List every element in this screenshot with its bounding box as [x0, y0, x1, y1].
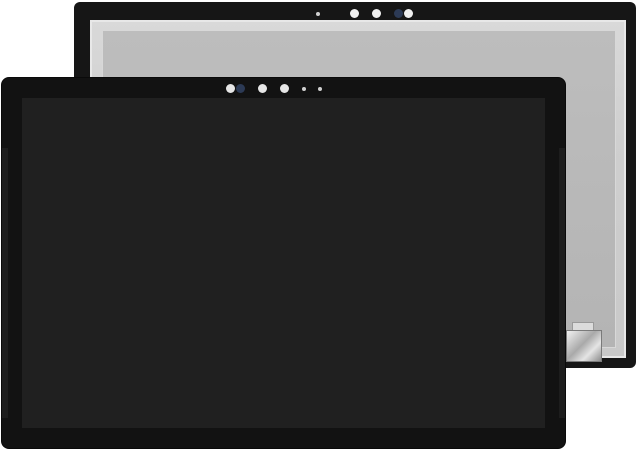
front-sensor-row: [224, 82, 328, 96]
front-sensor-large-2: [280, 84, 289, 93]
front-sensor-small-1: [302, 87, 306, 91]
back-sensor-large-2: [372, 9, 381, 18]
left-edge-detail: [2, 148, 8, 418]
front-sensor-large-1: [258, 84, 267, 93]
back-sensor-small-1: [316, 12, 320, 16]
product-photo: [0, 0, 640, 450]
display-screen: [22, 98, 545, 428]
back-sensor-large-3: [404, 9, 413, 18]
flex-cable-connector: [566, 330, 602, 362]
right-edge-detail: [559, 148, 565, 418]
front-ir-sensor: [236, 84, 245, 93]
back-sensor-row: [316, 8, 426, 20]
back-sensor-large-1: [350, 9, 359, 18]
front-camera-lens: [226, 84, 235, 93]
display-front-panel: [2, 78, 565, 448]
front-sensor-small-2: [318, 87, 322, 91]
back-camera-lens: [394, 9, 403, 18]
